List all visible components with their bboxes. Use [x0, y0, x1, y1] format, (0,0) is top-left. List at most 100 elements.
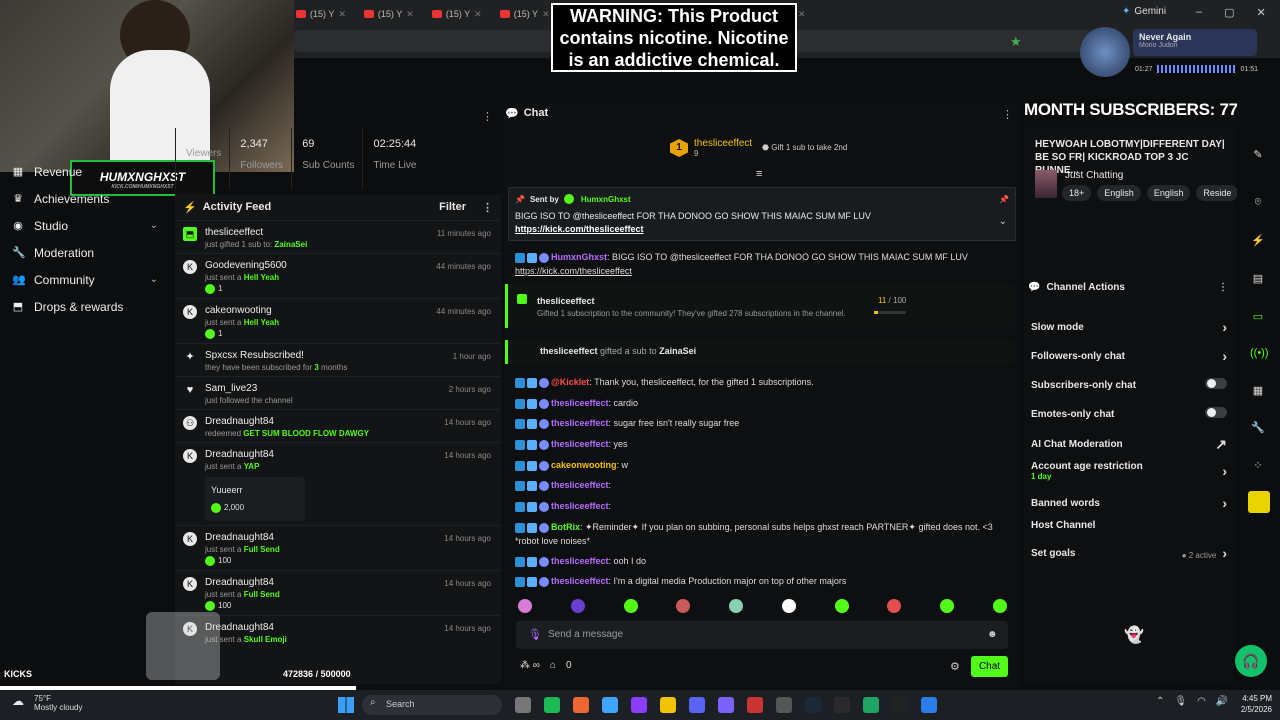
wifi-icon[interactable]: ◠ [1197, 696, 1206, 707]
mic-icon[interactable]: 🎙 [528, 628, 542, 641]
close-icon[interactable]: ✕ [1257, 6, 1266, 19]
chat-username[interactable]: thesliceeffect [551, 398, 609, 408]
close-tab-icon[interactable]: ✕ [798, 9, 806, 20]
pin-toggle-icon[interactable]: 📌 [999, 195, 1009, 204]
support-icon[interactable]: 🎧 [1235, 645, 1267, 677]
broadcast-icon[interactable]: ((•)) [1250, 347, 1269, 363]
action-slow-mode[interactable]: Slow mode › [1031, 319, 1227, 335]
taskbar-clock[interactable]: 4:45 PM 2/5/2026 [1210, 693, 1272, 715]
more-options-icon[interactable]: ⋮ [482, 110, 493, 123]
taskbar-app-icon[interactable] [834, 697, 850, 713]
taskbar-app-icon[interactable] [660, 697, 676, 713]
windows-start-icon[interactable] [338, 697, 354, 713]
chat-username[interactable]: thesliceeffect [551, 418, 609, 428]
action-ai-chat-moderation[interactable]: AI Chat Moderation ↗ [1031, 436, 1227, 453]
action-set-goals[interactable]: Set goals ● 2 active › [1031, 545, 1227, 561]
chat-username[interactable]: @Kicklet [551, 377, 589, 387]
taskbar-search[interactable]: Search [362, 695, 502, 715]
sidebar-item-community[interactable]: 👥 Community ⌄ [0, 266, 172, 293]
taskbar-app-icon[interactable] [892, 697, 908, 713]
emote-icon[interactable] [623, 599, 638, 613]
gift-sub-prompt[interactable]: ⬣ Gift 1 sub to take 2nd [762, 143, 847, 152]
stream-tag[interactable]: Reside [1196, 185, 1239, 201]
taskbar-app-icon[interactable] [718, 697, 734, 713]
edit-icon[interactable]: ✎ [1250, 148, 1266, 164]
taskbar-app-icon[interactable] [602, 697, 618, 713]
top-gifter[interactable]: 1 thesliceeffect 9 [670, 138, 752, 158]
close-tab-icon[interactable]: ✕ [474, 9, 482, 20]
chat-settings-icon[interactable]: ⚙ [950, 660, 960, 673]
maximize-icon[interactable]: ▢ [1224, 6, 1234, 19]
chevron-up-icon[interactable]: ⌃ [1156, 696, 1164, 707]
pinned-link[interactable]: https://kick.com/thesliceeffect [515, 224, 644, 234]
sidebar-item-drops-rewards[interactable]: ⬒ Drops & rewards [0, 293, 172, 320]
nodes-icon[interactable]: ⁘ [1250, 459, 1266, 475]
close-tab-icon[interactable]: ✕ [406, 9, 414, 20]
chat-username[interactable]: thesliceeffect [551, 501, 609, 511]
taskbar-app-icon[interactable] [776, 697, 792, 713]
chat-username[interactable]: cakeonwooting [551, 460, 617, 470]
send-chat-button[interactable]: Chat [971, 656, 1008, 677]
lightning-icon[interactable]: ⚡ [1250, 234, 1266, 250]
sidebar-item-studio[interactable]: ◉ Studio ⌄ [0, 212, 172, 239]
browser-tab[interactable]: (15) Y ✕ [426, 4, 488, 24]
tools-icon[interactable]: 🔧 [1250, 421, 1266, 437]
action-host-channel[interactable]: Host Channel [1031, 520, 1227, 531]
filter-button[interactable]: Filter [439, 201, 466, 213]
chat-username[interactable]: thesliceeffect [551, 480, 609, 490]
chevron-down-icon[interactable]: ⌄ [150, 220, 158, 231]
camera-icon[interactable]: ⌾ [1250, 196, 1266, 212]
chat-input[interactable]: Send a message [516, 621, 1008, 649]
chat-username[interactable]: HumxnGhxst [551, 252, 607, 262]
emote-icon[interactable] [887, 599, 902, 613]
taskbar-app-icon[interactable] [573, 697, 589, 713]
sidebar-item-achievements[interactable]: ♛ Achievements [0, 185, 172, 212]
activity-username[interactable]: Spxcsx Resubscribed! [205, 350, 493, 361]
more-options-icon[interactable]: ⋮ [1218, 282, 1228, 293]
taskbar-app-icon[interactable] [805, 697, 821, 713]
action-account-age-restriction[interactable]: Account age restriction 1 day › [1031, 461, 1227, 481]
taskbar-app-icon[interactable] [544, 697, 560, 713]
emote-icon[interactable] [992, 599, 1007, 613]
tab-gemini[interactable]: ✦ Gemini [1122, 6, 1166, 17]
browser-tab[interactable]: (15) Y ✕ [494, 4, 556, 24]
action-emotes-only-chat[interactable]: Emotes-only chat [1031, 407, 1227, 421]
sidebar-item-moderation[interactable]: 🔧 Moderation [0, 239, 172, 266]
stream-tag[interactable]: English [1097, 185, 1141, 201]
taskbar-app-icon[interactable] [863, 697, 879, 713]
chat-message-text[interactable]: https://kick.com/thesliceeffect [515, 266, 632, 276]
chat-more-icon[interactable]: ⋮ [1002, 108, 1013, 121]
chat-username[interactable]: thesliceeffect [551, 576, 609, 586]
chat-username[interactable]: thesliceeffect [551, 556, 609, 566]
chat-icon[interactable]: ▭ [1250, 310, 1266, 326]
chevron-down-icon[interactable]: ⌄ [150, 274, 158, 285]
collapse-icon[interactable]: ≡ [756, 168, 762, 180]
emote-icon[interactable] [940, 599, 955, 613]
mic-icon[interactable]: 🎙 [1174, 696, 1187, 707]
store-icon[interactable]: ⌂ [550, 660, 556, 671]
taskbar-app-icon[interactable] [515, 697, 531, 713]
window-controls[interactable]: – ▢ ✕ [1196, 6, 1266, 19]
sidebar-item-revenue[interactable]: ▦ Revenue [0, 158, 172, 185]
points-icon[interactable]: ⁂ ∞ [520, 660, 540, 671]
more-options-icon[interactable]: ⋮ [482, 201, 493, 214]
chat-username[interactable]: BotRix [551, 522, 580, 532]
chat-username[interactable]: thesliceeffect [551, 439, 609, 449]
close-tab-icon[interactable]: ✕ [542, 9, 550, 20]
emote-icon[interactable] [834, 599, 849, 613]
highlight-icon[interactable] [1248, 491, 1270, 513]
emote-icon[interactable] [676, 599, 691, 613]
browser-tab[interactable]: (15) Y ✕ [358, 4, 420, 24]
taskbar-app-icon[interactable] [747, 697, 763, 713]
document-icon[interactable]: ▤ [1250, 272, 1266, 288]
expand-icon[interactable]: ⌄ [999, 216, 1007, 227]
stream-tag[interactable]: 18+ [1062, 185, 1092, 201]
emote-icon[interactable] [781, 599, 796, 613]
toggle-switch[interactable] [1205, 407, 1227, 418]
emote-icon[interactable] [729, 599, 744, 613]
taskbar-app-icon[interactable] [921, 697, 937, 713]
taskbar-app-icon[interactable] [631, 697, 647, 713]
emote-icon[interactable] [570, 599, 585, 613]
browser-tab[interactable]: (15) Y ✕ [290, 4, 352, 24]
action-subscribers-only-chat[interactable]: Subscribers-only chat [1031, 378, 1227, 392]
